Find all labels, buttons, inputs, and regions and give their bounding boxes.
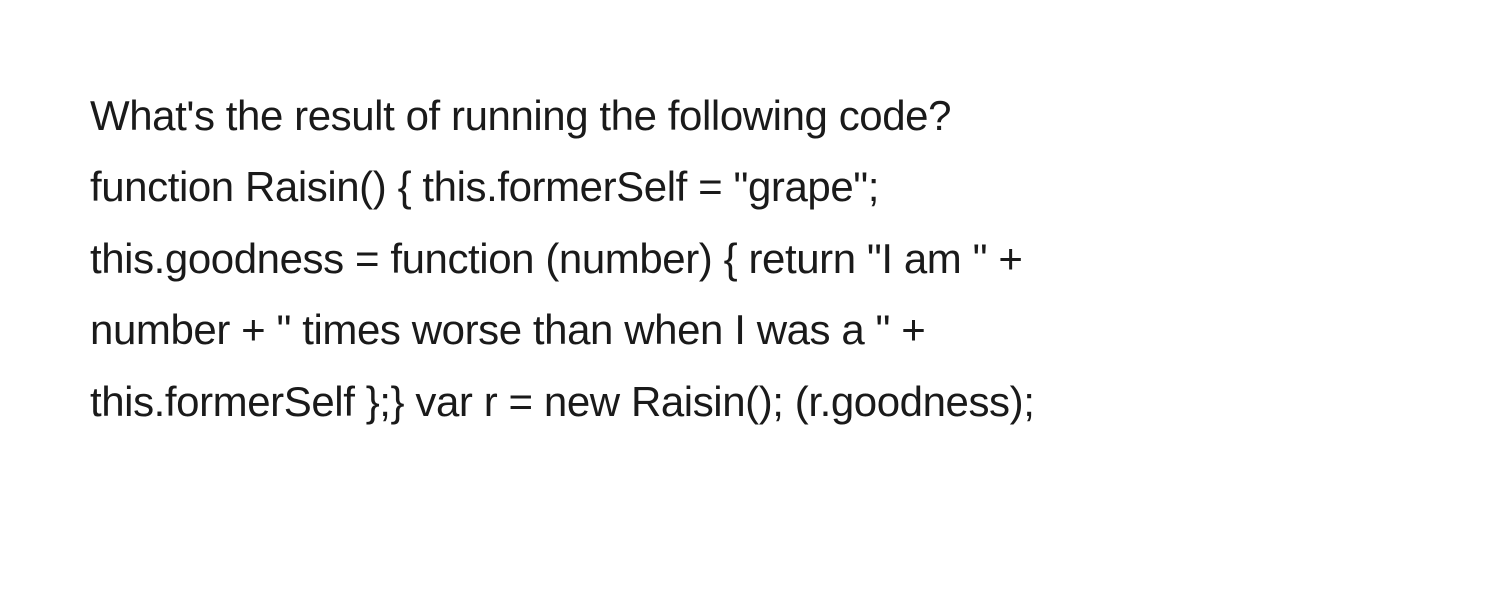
code-line-4: this.formerSelf };} var r = new Raisin()… <box>90 366 1410 437</box>
code-line-3: number + " times worse than when I was a… <box>90 294 1410 365</box>
code-line-1: function Raisin() { this.formerSelf = "g… <box>90 151 1410 222</box>
code-line-2: this.goodness = function (number) { retu… <box>90 223 1410 294</box>
question-prompt: What's the result of running the followi… <box>90 80 1410 151</box>
question-block: What's the result of running the followi… <box>90 80 1410 437</box>
